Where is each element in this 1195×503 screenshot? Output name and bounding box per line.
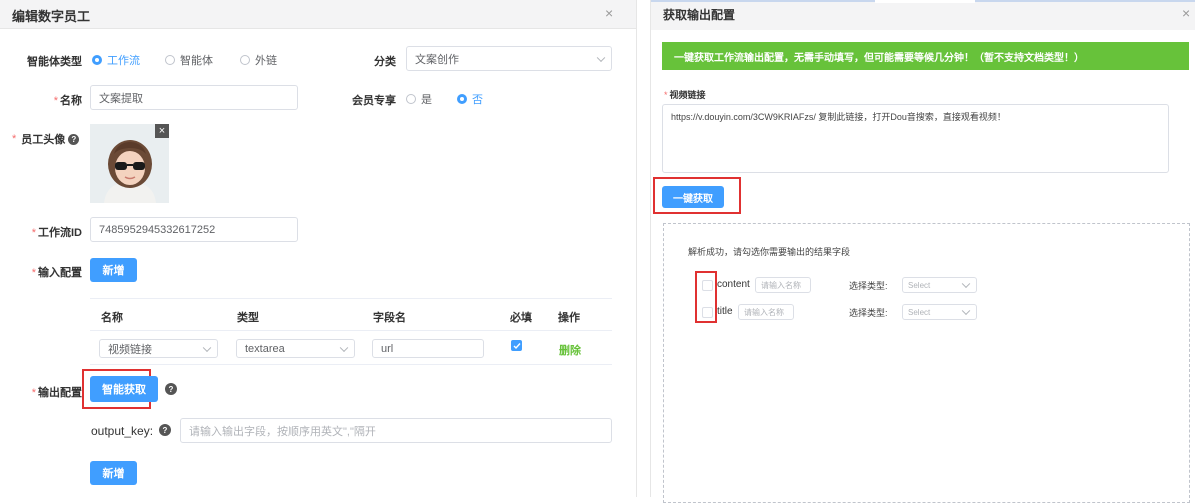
header-action: 操作 — [558, 312, 580, 324]
field-type-label: 选择类型: — [849, 308, 888, 318]
fetch-output-config-dialog: 获取输出配置 × 一键获取工作流输出配置，无需手动填写，但可能需要等候几分钟！（… — [650, 0, 1195, 503]
dialog-title: 获取输出配置 — [663, 8, 736, 22]
row-field-input[interactable]: url — [372, 339, 484, 358]
field-type-label: 选择类型: — [849, 281, 888, 291]
dialog-divider — [636, 0, 637, 497]
chevron-down-icon — [339, 343, 349, 352]
fetch-button[interactable]: 一键获取 — [662, 186, 724, 208]
smart-fetch-button[interactable]: 智能获取 — [90, 376, 158, 402]
radio-yes[interactable]: 是 — [406, 91, 432, 107]
header-required: 必填 — [510, 312, 532, 324]
chevron-down-icon — [596, 53, 606, 62]
header-type: 类型 — [237, 312, 259, 324]
row-name-select[interactable]: 视频链接 — [99, 339, 218, 358]
row-delete-link[interactable]: 删除 — [559, 342, 581, 358]
video-link-textarea[interactable]: https://v.douyin.com/3CW9KRIAFzs/ 复制此链接，… — [662, 104, 1169, 173]
chevron-down-icon — [961, 279, 971, 289]
edit-employee-dialog: 编辑数字员工 × 智能体类型 工作流 智能体 外链 分类 文案创作 * 名称 文案… — [0, 0, 636, 497]
name-label: * 名称 — [53, 95, 82, 107]
category-label: 分类 — [374, 56, 396, 68]
dialog-title: 编辑数字员工 — [12, 9, 91, 24]
radio-external-link[interactable]: 外链 — [240, 52, 277, 68]
header-field: 字段名 — [373, 312, 406, 324]
content-checkbox[interactable] — [702, 280, 713, 291]
help-icon[interactable]: ? — [68, 133, 80, 145]
header-notch — [875, 0, 975, 3]
info-banner: 一键获取工作流输出配置，无需手动填写，但可能需要等候几分钟！（暂不支持文档类型！… — [662, 42, 1189, 70]
add-output-button[interactable]: 新增 — [90, 461, 137, 485]
radio-workflow[interactable]: 工作流 — [92, 52, 140, 68]
field-name: content — [717, 279, 750, 290]
workflow-id-input[interactable]: 7485952945332617252 — [90, 217, 298, 242]
member-only-label: 会员专享 — [352, 95, 396, 107]
video-link-label: * 视频链接 — [664, 90, 706, 100]
header-name: 名称 — [101, 312, 123, 324]
help-icon[interactable]: ? — [159, 424, 171, 436]
radio-checked-icon — [92, 55, 102, 65]
add-input-button[interactable]: 新增 — [90, 258, 137, 282]
workflow-id-label: * 工作流ID — [31, 227, 82, 239]
input-config-label: * 输入配置 — [31, 267, 82, 279]
avatar-label: * 员工头像? — [10, 131, 84, 147]
agent-type-label: 智能体类型 — [27, 56, 82, 68]
radio-no[interactable]: 否 — [457, 91, 483, 107]
close-icon[interactable]: × — [1182, 5, 1190, 21]
radio-checked-icon — [457, 94, 467, 104]
name-input[interactable]: 文案提取 — [90, 85, 298, 110]
radio-icon — [165, 55, 175, 65]
field-alias-input[interactable]: 请输入名称 — [738, 304, 794, 320]
dialog-header — [0, 0, 636, 29]
result-panel — [663, 223, 1190, 503]
title-checkbox[interactable] — [702, 307, 713, 318]
field-name: title — [717, 306, 733, 317]
row-required-checkbox[interactable] — [511, 340, 522, 351]
field-type-select[interactable]: Select — [902, 277, 977, 293]
chevron-down-icon — [961, 306, 971, 316]
output-key-label: output_key: — [91, 424, 154, 438]
overlay-gap — [636, 0, 650, 497]
row-type-select[interactable]: textarea — [236, 339, 355, 358]
check-icon — [513, 342, 521, 349]
table-divider — [90, 330, 612, 331]
chevron-down-icon — [202, 343, 212, 352]
close-icon[interactable]: × — [605, 5, 613, 21]
remove-avatar-icon[interactable]: × — [155, 124, 169, 138]
output-key-input[interactable]: 请输入输出字段，按顺序用英文","隔开 — [180, 418, 612, 443]
radio-icon — [240, 55, 250, 65]
result-message: 解析成功，请勾选你需要输出的结果字段 — [688, 247, 851, 257]
radio-icon — [406, 94, 416, 104]
category-select[interactable]: 文案创作 — [406, 46, 612, 71]
help-icon[interactable]: ? — [165, 383, 177, 395]
field-alias-input[interactable]: 请输入名称 — [755, 277, 811, 293]
radio-agent[interactable]: 智能体 — [165, 52, 213, 68]
output-config-label: * 输出配置 — [31, 387, 82, 399]
field-type-select[interactable]: Select — [902, 304, 977, 320]
